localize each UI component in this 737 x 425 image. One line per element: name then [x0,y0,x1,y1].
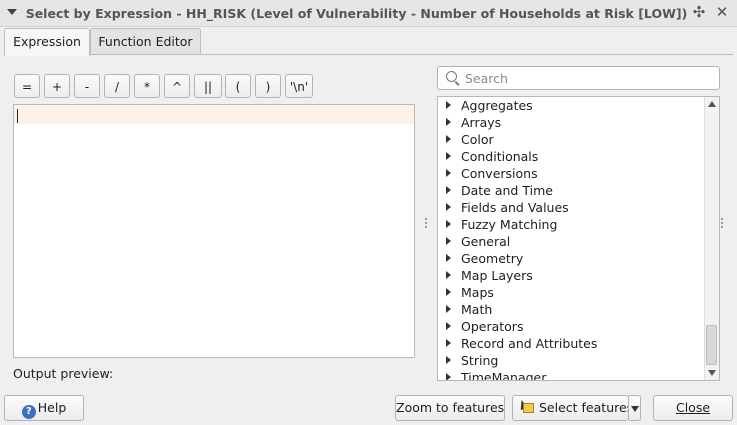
function-list-scrollbar[interactable] [704,97,719,380]
function-group-label: Conversions [461,166,538,181]
function-group-item[interactable]: Math [438,301,704,318]
expand-arrow-icon[interactable] [446,118,451,126]
function-group-label: Map Layers [461,268,533,283]
close-button[interactable]: Close [653,395,733,421]
output-preview-label: Output preview: [13,366,114,381]
function-group-item[interactable]: Date and Time [438,182,704,199]
select-features-dropdown[interactable] [628,395,641,421]
operator-open-paren-button[interactable]: ( [225,74,251,98]
function-group-label: Conditionals [461,149,539,164]
expand-arrow-icon[interactable] [446,305,451,313]
expression-editor[interactable] [13,104,415,358]
function-group-label: Operators [461,319,524,334]
operator-minus-button[interactable]: - [74,74,100,98]
function-group-item[interactable]: Arrays [438,114,704,131]
operator-power-button[interactable]: ^ [164,74,190,98]
close-button-label: Close [675,400,711,415]
operator-equals-button[interactable]: = [14,74,40,98]
window-menu-icon[interactable] [7,9,17,15]
expand-arrow-icon[interactable] [446,254,451,262]
expand-arrow-icon[interactable] [446,237,451,245]
expand-arrow-icon[interactable] [446,288,451,296]
function-group-item[interactable]: Geometry [438,250,704,267]
expand-arrow-icon[interactable] [446,322,451,330]
function-group-item[interactable]: Maps [438,284,704,301]
expand-arrow-icon[interactable] [446,186,451,194]
function-group-label: General [461,234,511,249]
expand-arrow-icon[interactable] [446,271,451,279]
scroll-down-icon[interactable] [708,370,716,376]
function-group-label: Fuzzy Matching [461,217,558,232]
close-window-icon[interactable]: ✕ [713,3,731,21]
select-features-icon [517,398,535,414]
function-group-label: Date and Time [461,183,553,198]
function-group-label: Math [461,302,493,317]
zoom-to-features-button[interactable]: Zoom to features [395,395,505,421]
search-icon [446,71,457,82]
expand-arrow-icon[interactable] [446,220,451,228]
scroll-up-icon[interactable] [708,101,716,107]
expand-arrow-icon[interactable] [446,135,451,143]
tab-expression[interactable]: Expression [4,28,90,56]
pin-icon[interactable]: ✣ [690,3,708,21]
expand-arrow-icon[interactable] [446,152,451,160]
function-group-label: Aggregates [461,98,533,113]
expand-arrow-icon[interactable] [446,356,451,364]
function-group-label: Color [461,132,494,147]
expand-arrow-icon[interactable] [446,203,451,211]
help-button[interactable]: ? Help [4,395,84,421]
select-by-expression-dialog: Select by Expression - HH_RISK (Level of… [0,0,737,425]
operator-multiply-button[interactable]: * [134,74,160,98]
help-button-label: Help [37,400,67,415]
operator-plus-button[interactable]: + [44,74,70,98]
function-group-item[interactable]: Conditionals [438,148,704,165]
current-line-highlight [14,105,414,124]
operator-divide-button[interactable]: / [104,74,130,98]
function-group-item[interactable]: General [438,233,704,250]
function-list: Aggregates Arrays Color Conditionals Convers… [437,96,720,381]
function-group-label: TimeManager [461,370,547,381]
function-group-label: String [461,353,499,368]
function-group-item[interactable]: Operators [438,318,704,335]
expand-arrow-icon[interactable] [446,101,451,109]
expand-arrow-icon[interactable] [446,339,451,347]
select-features-button[interactable]: Select features [512,395,633,421]
search-input[interactable] [465,69,705,87]
window-title: Select by Expression - HH_RISK (Level of… [25,6,688,21]
function-group-item[interactable]: Aggregates [438,97,704,114]
chevron-down-icon [630,405,639,412]
scroll-thumb[interactable] [706,325,717,365]
function-group-item[interactable]: Fields and Values [438,199,704,216]
expand-arrow-icon[interactable] [446,373,451,380]
title-bar: Select by Expression - HH_RISK (Level of… [0,0,737,27]
function-group-item[interactable]: TimeManager [438,369,704,381]
function-group-label: Geometry [461,251,524,266]
operator-newline-button[interactable]: '\n' [285,74,313,98]
splitter-handle-right[interactable] [721,218,723,232]
function-group-item[interactable]: Fuzzy Matching [438,216,704,233]
operator-concat-button[interactable]: || [194,74,222,98]
function-search[interactable] [437,66,720,90]
function-group-item[interactable]: String [438,352,704,369]
tab-panel-border [4,54,733,55]
select-features-label: Select features [539,400,634,415]
function-group-item[interactable]: Record and Attributes [438,335,704,352]
operator-close-paren-button[interactable]: ) [255,74,281,98]
help-icon: ? [21,405,36,419]
function-group-item[interactable]: Map Layers [438,267,704,284]
function-group-item[interactable]: Color [438,131,704,148]
function-group-label: Maps [461,285,494,300]
expand-arrow-icon[interactable] [446,169,451,177]
text-caret [17,109,18,123]
function-group-label: Record and Attributes [461,336,598,351]
function-group-item[interactable]: Conversions [438,165,704,182]
function-list-items: Aggregates Arrays Color Conditionals Convers… [438,97,704,381]
function-group-label: Fields and Values [461,200,569,215]
splitter-handle[interactable] [425,218,427,232]
tab-function-editor[interactable]: Function Editor [90,28,201,55]
function-group-label: Arrays [461,115,502,130]
